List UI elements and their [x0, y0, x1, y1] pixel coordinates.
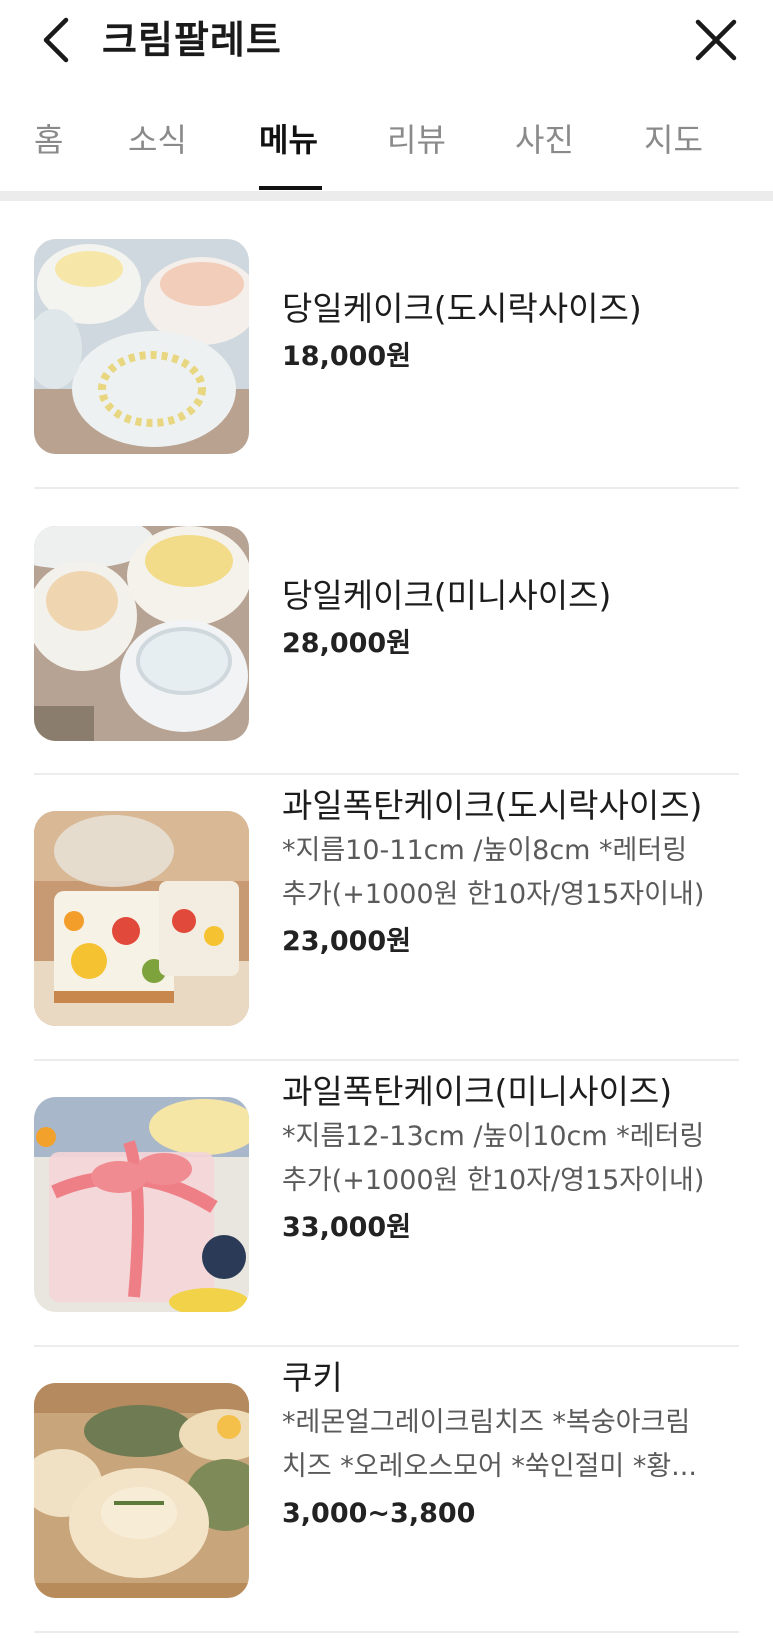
page-title: 크림팔레트 [102, 18, 282, 62]
menu-item-image [34, 811, 249, 1026]
menu-item-image [34, 526, 249, 741]
menu-item[interactable]: 과일폭탄케이크(도시락사이즈) *지름10-11cm /높이8cm *레터링 추… [0, 773, 773, 1059]
menu-item[interactable]: 쿠키 *레몬얼그레이크림치즈 *복숭아크림 치즈 *오레오스모어 *쑥인절미 *… [0, 1345, 773, 1631]
menu-item-name: 당일케이크(미니사이즈) [282, 576, 612, 615]
menu-item-image [34, 1097, 249, 1312]
menu-item[interactable]: 당일케이크(도시락사이즈) 18,000원 [0, 200, 773, 486]
menu-item-description: *지름12-13cm /높이10cm *레터링 [282, 1121, 705, 1152]
tab-photos[interactable]: 사진 [515, 118, 574, 162]
menu-item[interactable]: 당일케이크(미니사이즈) 28,000원 [0, 487, 773, 773]
menu-item-price: 3,000~3,800 [282, 1498, 476, 1529]
menu-item-name: 당일케이크(도시락사이즈) [282, 289, 642, 328]
item-divider [34, 1631, 739, 1633]
chevron-left-icon [43, 17, 69, 63]
menu-item-description: *레몬얼그레이크림치즈 *복숭아크림 [282, 1407, 691, 1438]
menu-item-name: 과일폭탄케이크(도시락사이즈) [282, 786, 703, 825]
tab-home[interactable]: 홈 [34, 118, 63, 162]
menu-item-description: 추가(+1000원 한10자/영15자이내) [282, 879, 705, 910]
active-tab-indicator [259, 186, 322, 190]
menu-item-price: 23,000원 [282, 926, 412, 957]
header-bar: 크림팔레트 [0, 0, 773, 80]
tab-bar: 홈 소식 메뉴 리뷰 사진 지도 [0, 104, 773, 194]
tab-map[interactable]: 지도 [644, 118, 703, 162]
menu-item-description: 치즈 *오레오스모어 *쑥인절미 *황... [282, 1451, 697, 1482]
menu-item-image [34, 239, 249, 454]
menu-item[interactable]: 과일폭탄케이크(미니사이즈) *지름12-13cm /높이10cm *레터링 추… [0, 1059, 773, 1345]
menu-item-description: *지름10-11cm /높이8cm *레터링 [282, 835, 688, 866]
menu-item-info: 과일폭탄케이크(미니사이즈) *지름12-13cm /높이10cm *레터링 추… [282, 1069, 752, 1251]
menu-item-description: 추가(+1000원 한10자/영15자이내) [282, 1165, 705, 1196]
back-button[interactable] [38, 14, 82, 66]
close-icon [695, 19, 737, 61]
menu-item-info: 과일폭탄케이크(도시락사이즈) *지름10-11cm /높이8cm *레터링 추… [282, 783, 752, 965]
menu-item-image [34, 1383, 249, 1598]
tab-menu[interactable]: 메뉴 [259, 118, 318, 162]
menu-item-price: 28,000원 [282, 628, 412, 659]
menu-item-price: 33,000원 [282, 1212, 412, 1243]
close-button[interactable] [692, 14, 740, 66]
menu-item-price: 18,000원 [282, 341, 412, 372]
menu-item-info: 당일케이크(도시락사이즈) 18,000원 [282, 286, 752, 380]
tab-news[interactable]: 소식 [128, 118, 187, 162]
menu-item-info: 당일케이크(미니사이즈) 28,000원 [282, 573, 752, 667]
menu-item-name: 과일폭탄케이크(미니사이즈) [282, 1072, 673, 1111]
menu-item-name: 쿠키 [282, 1358, 343, 1397]
tab-reviews[interactable]: 리뷰 [387, 118, 446, 162]
menu-item-info: 쿠키 *레몬얼그레이크림치즈 *복숭아크림 치즈 *오레오스모어 *쑥인절미 *… [282, 1355, 752, 1537]
